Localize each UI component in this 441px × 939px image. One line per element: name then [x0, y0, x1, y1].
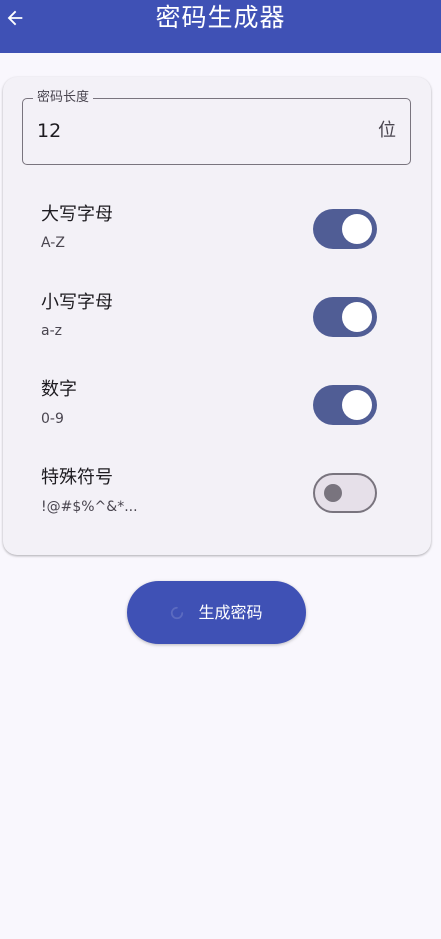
option-subtitle: a-z [41, 323, 62, 339]
option-subtitle: A-Z [41, 235, 65, 251]
lowercase-toggle[interactable] [313, 297, 377, 337]
uppercase-toggle[interactable] [313, 209, 377, 249]
option-subtitle: !@#$%^&*... [41, 499, 138, 515]
generate-button-label: 生成密码 [198, 602, 263, 622]
password-length-field[interactable]: 密码长度 12 位 [22, 89, 411, 165]
toggle-knob [342, 214, 372, 244]
option-title: 大写字母 [41, 204, 113, 225]
generate-password-button[interactable]: 生成密码 [127, 581, 306, 644]
option-subtitle: 0-9 [41, 411, 64, 427]
password-length-label: 密码长度 [33, 89, 94, 107]
loading-spinner-icon [171, 606, 184, 619]
option-title: 数字 [41, 379, 77, 400]
app-bar: 密码生成器 [0, 0, 441, 53]
page-title: 密码生成器 [155, 3, 286, 32]
toggle-knob [342, 302, 372, 332]
options-card: 密码长度 12 位 大写字母 A-Z 小写字母 a-z 数字 0-9 特殊符号 … [3, 77, 431, 555]
digits-toggle[interactable] [313, 385, 377, 425]
password-length-suffix: 位 [378, 120, 396, 141]
toggle-knob [342, 390, 372, 420]
option-title: 小写字母 [41, 292, 113, 313]
special-symbols-toggle[interactable] [313, 473, 377, 513]
password-length-input[interactable]: 12 [37, 119, 61, 143]
option-title: 特殊符号 [41, 467, 113, 488]
toggle-knob [324, 484, 342, 502]
